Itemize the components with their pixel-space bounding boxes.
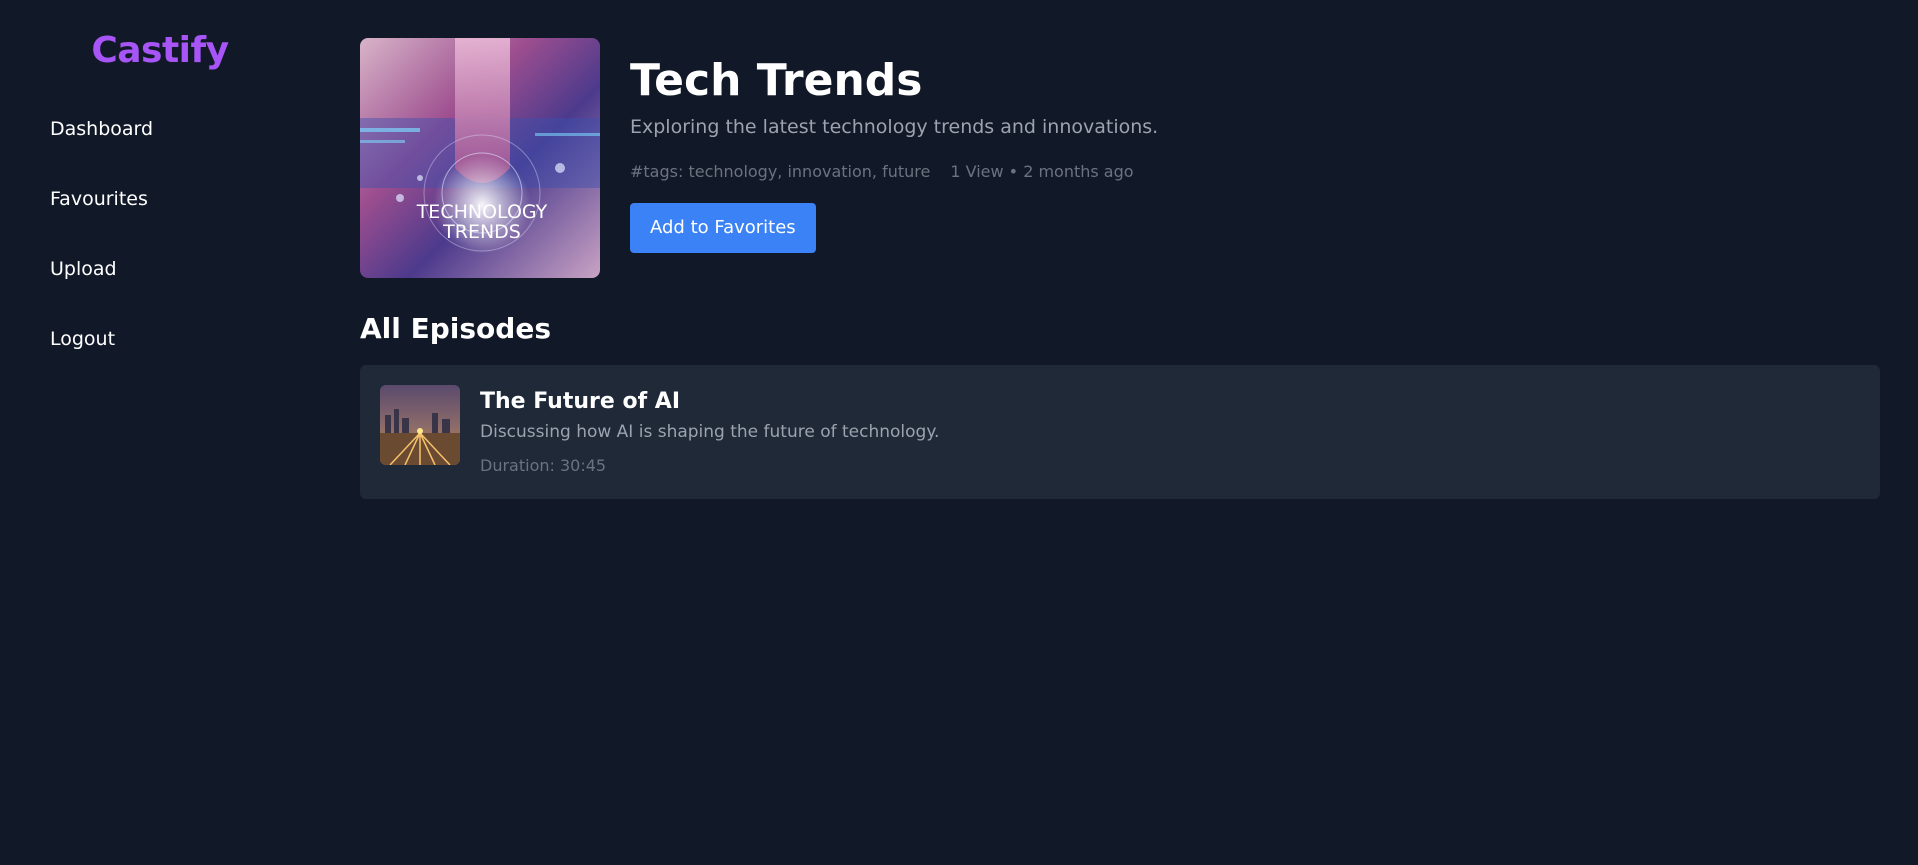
sidebar-item-favourites[interactable]: Favourites [50,182,153,252]
episodes-section-title: All Episodes [360,312,551,345]
sidebar-item-dashboard[interactable]: Dashboard [50,112,153,182]
brand-logo[interactable]: Castify [0,30,320,71]
sidebar-item-upload[interactable]: Upload [50,252,153,322]
cover-text-line1: TECHNOLOGY [416,201,548,223]
podcast-description: Exploring the latest technology trends a… [630,116,1159,138]
cover-text-line2: TRENDS [442,221,521,243]
episode-title[interactable]: The Future of AI [480,389,939,414]
episode-duration: Duration: 30:45 [480,456,607,475]
podcast-tags: #tags: technology, innovation, future [630,162,931,181]
sidebar: Castify Dashboard Favourites Upload Logo… [0,0,320,865]
podcast-header: TECHNOLOGY TRENDS Tech Trends Exploring … [360,38,1880,278]
app-root: Castify Dashboard Favourites Upload Logo… [0,0,1918,865]
podcast-info: Tech Trends Exploring the latest technol… [630,56,1158,253]
episode-card[interactable]: The Future of AI Discussing how AI is sh… [360,365,1880,499]
podcast-title: Tech Trends [630,55,923,106]
podcast-cover-image: TECHNOLOGY TRENDS [360,38,600,278]
podcast-meta: #tags: technology, innovation, future 1 … [630,162,1158,181]
sidebar-nav: Dashboard Favourites Upload Logout [50,112,153,392]
cover-art: TECHNOLOGY TRENDS [360,38,600,278]
episode-description: Discussing how AI is shaping the future … [480,422,940,442]
main-content: TECHNOLOGY TRENDS Tech Trends Exploring … [360,38,1880,499]
episode-info: The Future of AI Discussing how AI is sh… [480,389,939,475]
podcast-stats: 1 View • 2 months ago [950,162,1134,181]
sidebar-item-logout[interactable]: Logout [50,322,153,392]
episode-thumbnail [380,385,460,465]
add-to-favorites-button[interactable]: Add to Favorites [630,203,816,253]
episode-thumbnail-art [380,385,460,465]
